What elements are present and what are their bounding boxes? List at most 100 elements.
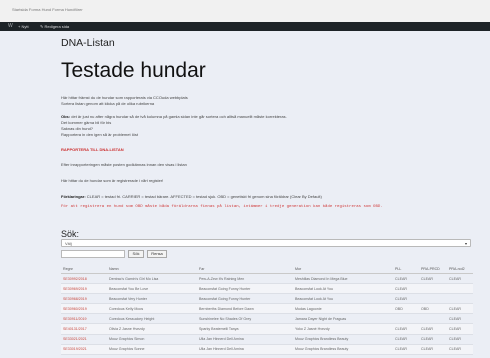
column-header-regnr[interactable]: Regnr	[61, 265, 107, 274]
browser-tab-title[interactable]: Startsida Forma Hund Forma Hundförer	[12, 7, 83, 12]
cell-pll: CLEAR	[393, 293, 419, 305]
table-row: SE33019/2021 Mouz Graphics Sonne Ulla Ja…	[61, 344, 473, 355]
cell-mor: Mouz Graphics Brandless Beauty	[293, 344, 393, 355]
obs-label: Obs:	[61, 114, 71, 119]
cell-pll: CLEAR	[393, 334, 419, 345]
cell-regnr: SE30911/2019	[61, 313, 107, 325]
search-button[interactable]: Sök	[128, 250, 144, 258]
cell-mor: Yoko Z Jasné Hvezdy	[293, 323, 393, 335]
cell-pra-rcd2: CLEAR	[447, 313, 473, 325]
chevron-down-icon: ▾	[464, 241, 467, 246]
cell-mor: Beaconsfat Look At You	[293, 283, 393, 295]
cell-namn: Beaconsfat Very Hunter	[107, 293, 197, 305]
table-row: SE30911/2019 Coredous Kessuckey Height S…	[61, 313, 473, 325]
regnr-link[interactable]: SE30960/2019	[63, 307, 87, 311]
regnr-link[interactable]: SE40131/2017	[63, 327, 87, 331]
column-header-namn[interactable]: Namn	[107, 265, 197, 274]
table-row: SE30968/2019 Beaconsfat Very Hunter Beac…	[61, 293, 473, 305]
regnr-link[interactable]: SE33019/2021	[63, 347, 87, 351]
regnr-link[interactable]: SE30968/2019	[63, 297, 87, 301]
question-1: Det kommer gärna bli för bis	[61, 120, 112, 125]
cell-pll: CLEAR	[393, 323, 419, 335]
cell-regnr: SE33021/2021	[61, 334, 107, 345]
cell-namn: Mouz Graphics Sonne	[107, 344, 197, 355]
cell-pra-prcd	[419, 313, 447, 325]
search-label: Sök:	[61, 229, 80, 239]
admin-new-button[interactable]: + Nytt	[18, 22, 29, 31]
cell-namn: Olivia Z Jasne Hvezdy	[107, 323, 197, 335]
column-header-pra-rcd2[interactable]: PRA-rcd2	[447, 265, 473, 274]
cell-pll	[393, 313, 419, 325]
intro-line-1: Här hittar främst du de hundar som rappo…	[61, 95, 188, 100]
cell-pll: CLEAR	[393, 344, 419, 355]
filter-select[interactable]: Välj ▾	[61, 239, 471, 247]
cell-pll: OBD	[393, 303, 419, 315]
cell-far: Sparky Beatemelli Tanya	[197, 323, 293, 335]
cell-far: Ulla Jan Hinnerd Dell Amina	[197, 334, 293, 345]
question-3: Rapportera in den igen så är problemet l…	[61, 132, 138, 137]
column-header-mor[interactable]: Mor	[293, 265, 393, 274]
cell-mor: Jamara Dayer Night de Fraguas	[293, 313, 393, 325]
admin-edit-page-button[interactable]: ✎ Redigera sida	[40, 22, 69, 31]
cell-pra-prcd: CLEAR	[419, 273, 447, 285]
regnr-link[interactable]: SE33021/2021	[63, 337, 87, 341]
column-header-far[interactable]: Far	[197, 265, 293, 274]
cell-pra-rcd2	[447, 293, 473, 305]
cell-pll: CLEAR	[393, 283, 419, 295]
cell-pra-rcd2: CLEAR	[447, 323, 473, 335]
column-header-pll[interactable]: PLL	[393, 265, 419, 274]
table-row: SE33021/2021 Mouz Graphics Simon Ulla Ja…	[61, 334, 473, 345]
cell-pra-prcd	[419, 293, 447, 305]
cell-pra-prcd: CLEAR	[419, 323, 447, 335]
legend-text: CLEAR = testad fri. CARRIER = testad bär…	[86, 194, 322, 199]
cell-namn: Coredous Kelly Moos	[107, 303, 197, 315]
cell-pra-rcd2: CLEAR	[447, 344, 473, 355]
cell-namn: Dentrac's Gamin's Girl Mo Lisa	[107, 273, 197, 285]
cell-namn: Mouz Graphics Simon	[107, 334, 197, 345]
admin-bar: W + Nytt ✎ Redigera sida	[0, 22, 490, 31]
legend-paragraph: Förklaringar: CLEAR = testad fri. CARRIE…	[61, 194, 322, 199]
wordpress-logo-icon[interactable]: W	[8, 22, 13, 31]
page-title: Testade hundar	[61, 59, 206, 82]
registry-note: Här hittar du de hundar som är registrer…	[61, 178, 164, 183]
table-row: SE30969/2019 Beaconsfat You Be Love Beac…	[61, 283, 473, 295]
cell-far: Ulla Jan Hinnerd Dell Amina	[197, 344, 293, 355]
cell-mor: Meshillas Diamond In Mega Blue	[293, 273, 393, 285]
legend-label: Förklaringar:	[61, 194, 86, 199]
table-row: SE40131/2017 Olivia Z Jasne Hvezdy Spark…	[61, 323, 473, 335]
cell-pra-rcd2: CLEAR	[447, 303, 473, 315]
cell-regnr: SE40131/2017	[61, 323, 107, 335]
cell-pra-rcd2	[447, 283, 473, 295]
table-row: SE30960/2019 Coredous Kelly Moos Bernber…	[61, 303, 473, 315]
cell-pra-rcd2: CLEAR	[447, 334, 473, 345]
cell-far: Beaconsfat Going Funny Hunter	[197, 293, 293, 305]
obs-text: det är just nu after några hundar så de …	[71, 114, 287, 119]
report-link[interactable]: RAPPORTERA TILL DNA-LISTAN	[61, 147, 124, 152]
cell-regnr: SE30969/2019	[61, 283, 107, 295]
cell-far: Pew-A-Zew It's Raining Men	[197, 273, 293, 285]
cell-regnr: SE33019/2021	[61, 344, 107, 355]
page-content: DNA-Listan Testade hundar Här hittar frä…	[0, 31, 490, 358]
cell-pra-prcd	[419, 283, 447, 295]
cell-pra-rcd2: CLEAR	[447, 273, 473, 285]
regnr-link[interactable]: SE30992/2018	[63, 277, 87, 281]
column-header-pra-prcd[interactable]: PRA-PRCD	[419, 265, 447, 274]
intro-line-2: Sortera listan genom att klicka på de ol…	[61, 101, 155, 106]
regnr-link[interactable]: SE30911/2019	[63, 317, 87, 321]
cell-mor: Beaconsfat Look At You	[293, 293, 393, 305]
cell-regnr: SE30992/2018	[61, 273, 107, 285]
cell-mor: Mouz Graphics Brandless Beauty	[293, 334, 393, 345]
approval-note: Efter inrapporteringen måste posten godk…	[61, 162, 187, 167]
obd-warning: För att registrera en hund som OBD måste…	[61, 205, 383, 209]
search-input[interactable]	[61, 250, 125, 258]
regnr-link[interactable]: SE30969/2019	[63, 287, 87, 291]
site-brand[interactable]: DNA-Listan	[61, 37, 115, 49]
cell-far: Bernberths Diamond Before Dawn	[197, 303, 293, 315]
cell-pra-prcd: CLEAR	[419, 344, 447, 355]
reset-button[interactable]: Rensa	[147, 250, 167, 258]
obs-paragraph: Obs: det är just nu after några hundar s…	[61, 114, 287, 119]
cell-pll: CLEAR	[393, 273, 419, 285]
cell-regnr: SE30960/2019	[61, 303, 107, 315]
cell-far: Beaconsfat Going Funny Hunter	[197, 283, 293, 295]
cell-namn: Coredous Kessuckey Height	[107, 313, 197, 325]
